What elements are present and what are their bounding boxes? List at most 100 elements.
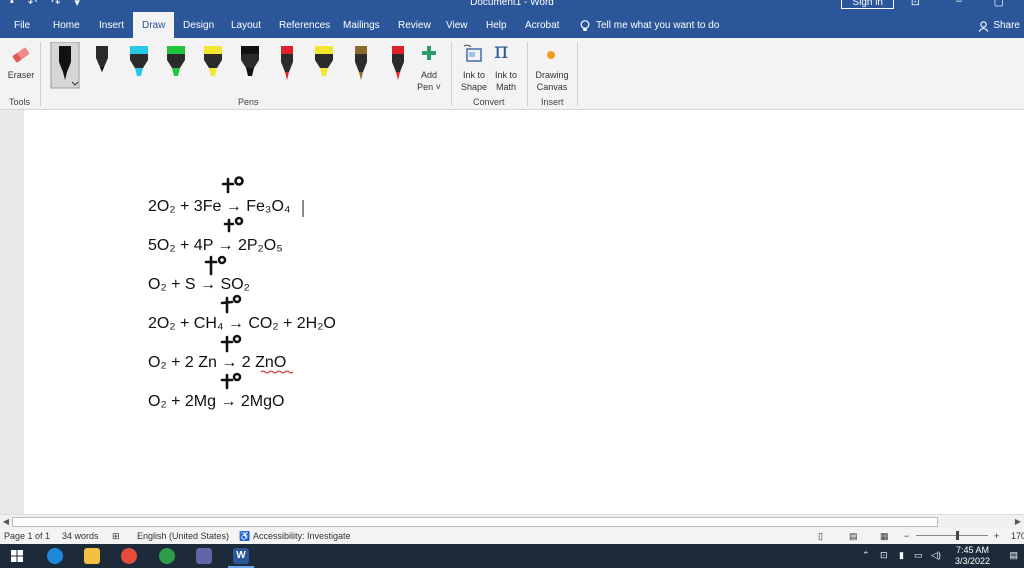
ink-heat-mark	[221, 176, 244, 194]
proofing-icon[interactable]: ⊞	[112, 528, 120, 544]
word-window: ▪ ↶ ↷ ▾ Document1 - Word Sign in ⊡ – ▢ F…	[0, 0, 1024, 568]
title-bar: ▪ ↶ ↷ ▾ Document1 - Word Sign in ⊡ – ▢	[0, 0, 1024, 12]
edge-icon[interactable]	[47, 548, 63, 564]
pen-galaxy-9[interactable]	[346, 42, 376, 90]
drawing-canvas-line2: Canvas	[536, 82, 568, 92]
ink-to-shape-line2: Shape	[460, 82, 488, 92]
pen-sparkle-10[interactable]	[383, 42, 413, 90]
tab-draw[interactable]: Draw	[133, 12, 175, 38]
tab-file[interactable]: File	[14, 12, 30, 38]
pen-highlighter-8[interactable]	[309, 42, 339, 90]
network-icon[interactable]: ▭	[914, 550, 923, 561]
ribbon-separator	[451, 42, 452, 106]
pen-highlighter-4[interactable]	[161, 42, 191, 90]
clock-time: 7:45 AM	[955, 545, 989, 555]
ink-heat-mark	[220, 372, 242, 390]
tab-layout[interactable]: Layout	[231, 12, 261, 38]
horizontal-scrollbar[interactable]: ◀ ▶	[0, 514, 1024, 528]
zoom-in-icon[interactable]: +	[994, 528, 999, 544]
microphone-icon[interactable]: ▮	[899, 550, 904, 561]
ink-to-shape-icon[interactable]	[462, 43, 484, 67]
tab-design[interactable]: Design	[183, 12, 214, 38]
windows-start-icon[interactable]	[11, 550, 23, 562]
scroll-right-icon[interactable]: ▶	[1012, 515, 1024, 529]
accessibility-status[interactable]: Accessibility: Investigate	[253, 528, 351, 544]
tab-home[interactable]: Home	[53, 12, 80, 38]
share-button[interactable]: Share	[978, 12, 1020, 40]
app-icon[interactable]	[159, 548, 175, 564]
ink-to-shape-line1: Ink to	[462, 70, 485, 80]
teams-icon[interactable]	[196, 548, 212, 564]
minimize-icon[interactable]: –	[956, 0, 962, 7]
page-count[interactable]: Page 1 of 1	[4, 528, 50, 544]
notifications-icon[interactable]: ▤	[1009, 550, 1018, 561]
pen-pen-7[interactable]	[272, 42, 302, 90]
ink-heat-mark	[220, 334, 242, 353]
convert-group-label: Convert	[473, 97, 505, 107]
add-pen-icon[interactable]	[422, 46, 436, 60]
word-count[interactable]: 34 words	[62, 528, 99, 544]
share-label: Share	[993, 20, 1020, 31]
zoom-level[interactable]: 170	[1011, 528, 1024, 544]
pen-highlighter-5[interactable]	[198, 42, 228, 90]
document-page[interactable]: 2O₂ + 3Fe → Fe₃O₄ 5O₂ + 4P → 2P₂O₅ O₂ + …	[24, 110, 1024, 514]
system-tray-chevron-icon[interactable]: ⌃	[862, 550, 870, 561]
ink-to-math-icon[interactable]: π	[494, 40, 508, 64]
accessibility-icon: ♿	[239, 531, 251, 541]
eraser-icon[interactable]	[10, 43, 32, 67]
insert-group-label: Insert	[541, 97, 564, 107]
language-status[interactable]: English (United States)	[137, 528, 229, 544]
pens-group-label: Pens	[238, 97, 259, 107]
tab-help[interactable]: Help	[486, 12, 507, 38]
tab-references[interactable]: References	[279, 12, 330, 38]
ink-heat-mark	[223, 216, 244, 233]
eraser-label: Eraser	[7, 70, 35, 80]
person-icon	[978, 20, 989, 32]
draw-ribbon: Eraser Tools Pens Add Pen ˅ Ink to Shape…	[0, 38, 1024, 110]
restore-icon[interactable]: ▢	[994, 0, 1004, 8]
spellcheck-underline	[260, 370, 294, 374]
focus-mode-icon[interactable]: ▯	[818, 528, 823, 544]
pen-highlighter-6[interactable]	[235, 42, 265, 90]
system-clock[interactable]: 7:45 AM 3/3/2022	[955, 545, 990, 567]
meet-now-icon[interactable]: ⊡	[880, 550, 888, 561]
chrome-icon[interactable]	[121, 548, 137, 564]
tell-me-label: Tell me what you want to do	[596, 20, 720, 31]
pen-pencil-2[interactable]	[87, 42, 117, 90]
pen-highlighter-3[interactable]	[124, 42, 154, 90]
ribbon-separator	[40, 42, 41, 106]
document-area: 2O₂ + 3Fe → Fe₃O₄ 5O₂ + 4P → 2P₂O₅ O₂ + …	[0, 110, 1024, 514]
add-pen-line2: Pen ˅	[417, 82, 441, 92]
drawing-canvas-line1: Drawing	[535, 70, 569, 80]
zoom-slider[interactable]	[916, 535, 988, 536]
ink-to-shape-label[interactable]: Ink to Shape	[458, 69, 490, 93]
volume-icon[interactable]: ◁)	[931, 550, 941, 561]
pen-pen-1[interactable]	[50, 42, 80, 90]
ink-heat-mark	[204, 255, 227, 276]
tab-insert[interactable]: Insert	[99, 12, 124, 38]
add-pen-label[interactable]: Add Pen ˅	[412, 69, 446, 93]
scrollbar-thumb[interactable]	[12, 517, 938, 527]
zoom-slider-thumb[interactable]	[956, 531, 959, 540]
sign-in-button[interactable]: Sign in	[841, 0, 894, 9]
tab-view[interactable]: View	[446, 12, 468, 38]
add-pen-line1: Add	[420, 70, 437, 80]
drawing-canvas-label[interactable]: Drawing Canvas	[532, 69, 572, 93]
ribbon-display-icon[interactable]: ⊡	[911, 0, 920, 8]
tab-acrobat[interactable]: Acrobat	[525, 12, 559, 38]
ink-to-math-label[interactable]: Ink to Math	[490, 69, 522, 93]
ink-to-math-line2: Math	[495, 82, 516, 92]
ribbon-tab-bar: File Home Insert Draw Design Layout Refe…	[0, 12, 1024, 38]
word-icon[interactable]: W	[233, 548, 249, 564]
web-layout-icon[interactable]: ▦	[880, 528, 889, 544]
tell-me-search[interactable]: Tell me what you want to do	[580, 12, 719, 40]
zoom-out-icon[interactable]: −	[904, 528, 909, 544]
scroll-left-icon[interactable]: ◀	[0, 515, 12, 529]
tab-review[interactable]: Review	[398, 12, 431, 38]
file-explorer-icon[interactable]	[84, 548, 100, 564]
ribbon-separator	[577, 42, 578, 106]
tab-mailings[interactable]: Mailings	[343, 12, 380, 38]
print-layout-icon[interactable]: ▤	[849, 528, 858, 544]
tools-group-label: Tools	[9, 97, 31, 107]
drawing-canvas-icon[interactable]	[544, 48, 558, 62]
